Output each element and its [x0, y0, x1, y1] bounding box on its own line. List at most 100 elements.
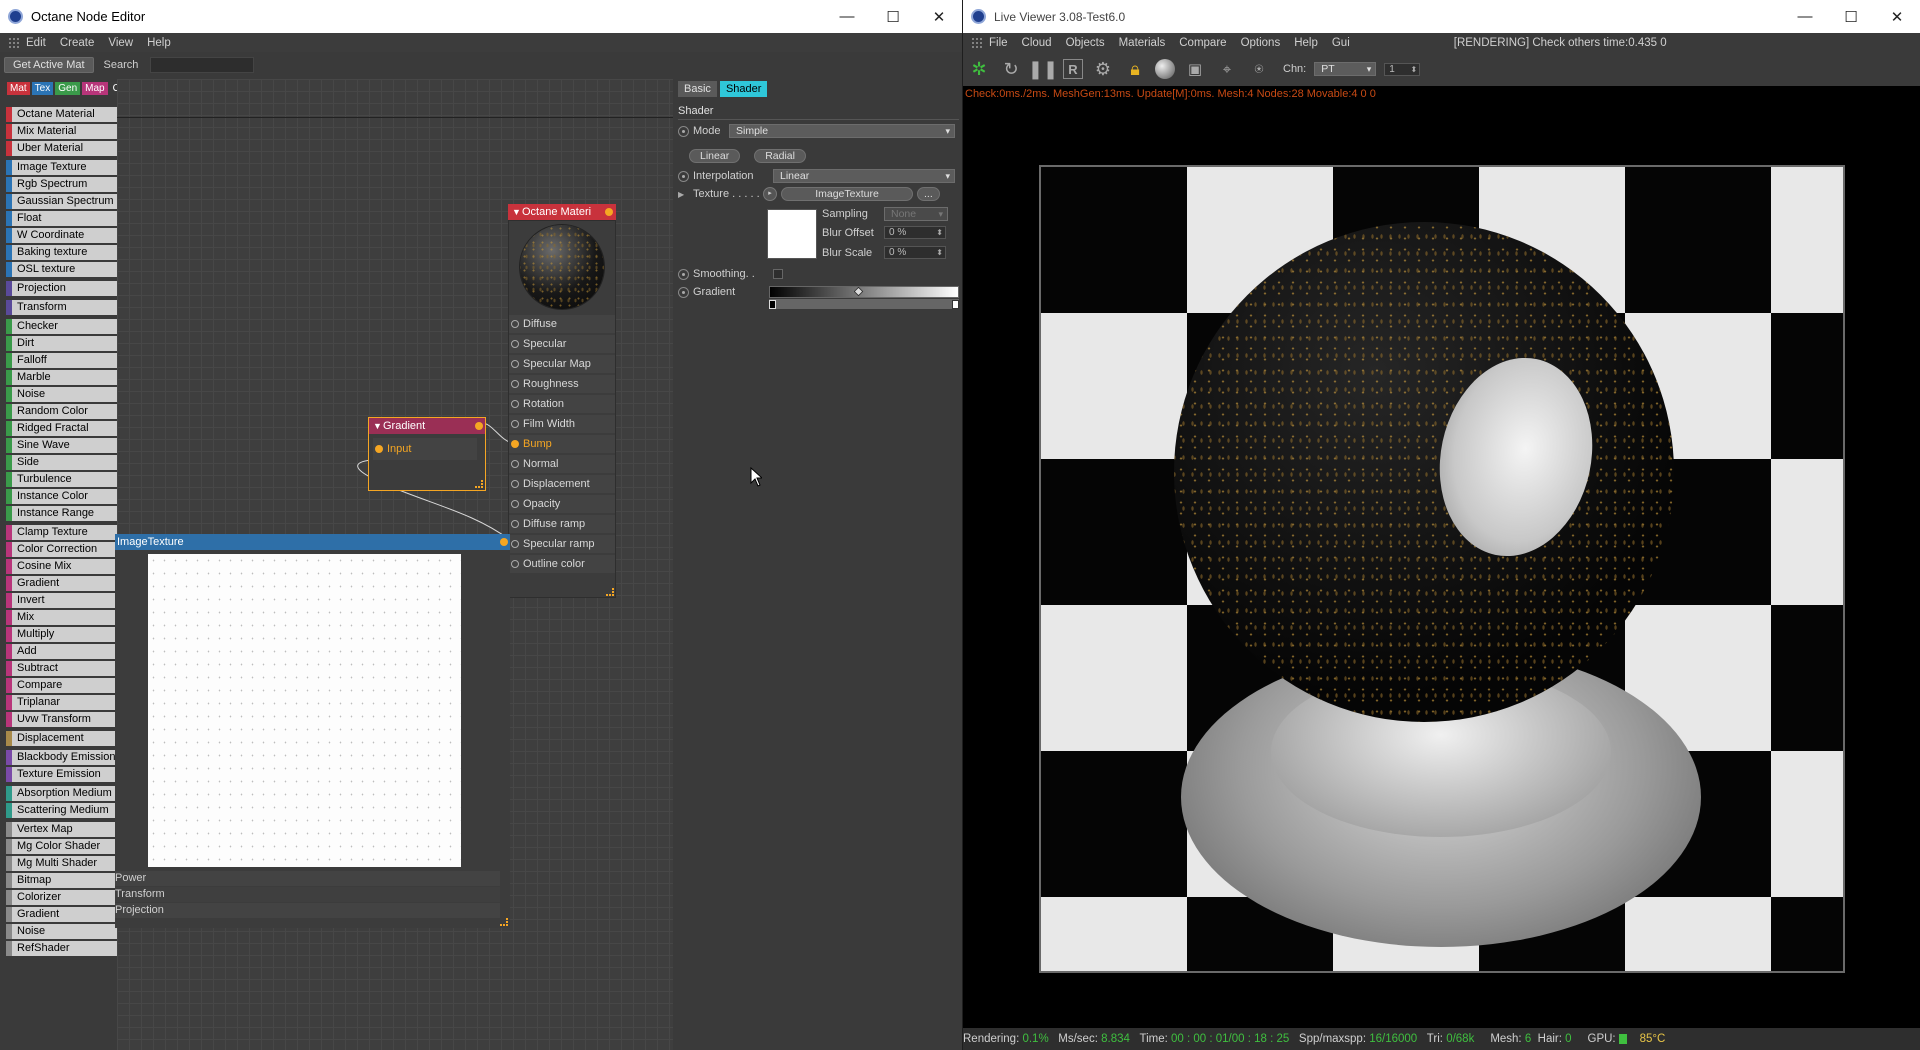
node-editor-window: Octane Node Editor — ☐ ✕ Edit Create Vie… — [0, 0, 962, 1050]
param-transform[interactable]: Transform — [115, 887, 500, 902]
slot-input-port[interactable] — [511, 500, 519, 508]
material-slot[interactable]: Specular Map — [509, 355, 615, 373]
tab-basic[interactable]: Basic — [678, 81, 717, 97]
resize-handle-icon[interactable] — [500, 918, 508, 926]
slot-input-port[interactable] — [511, 520, 519, 528]
close-icon[interactable]: ✕ — [916, 0, 962, 33]
gradient-knob-black[interactable] — [769, 300, 776, 309]
slot-input-port[interactable] — [511, 380, 519, 388]
slot-input-port[interactable] — [511, 400, 519, 408]
render-viewport[interactable] — [1039, 165, 1845, 973]
texture-arrow-icon[interactable]: ▸ — [763, 187, 777, 201]
smoothing-keyframe-icon[interactable] — [678, 268, 689, 280]
menu-file[interactable]: File — [989, 37, 1008, 49]
menu-help[interactable]: Help — [1294, 37, 1318, 49]
menu-options[interactable]: Options — [1241, 37, 1281, 49]
minimize-icon[interactable]: — — [824, 0, 870, 33]
blur-offset-input[interactable]: 0 % — [884, 226, 946, 239]
blur-scale-input[interactable]: 0 % — [884, 246, 946, 259]
octane-material-node[interactable]: ▼ Octane Materi Diffuse Specular Specular … — [508, 204, 616, 598]
sampling-select[interactable]: None — [884, 207, 948, 221]
menu-cloud[interactable]: Cloud — [1022, 37, 1052, 49]
interpolation-select[interactable]: Linear — [773, 169, 955, 183]
gradient-knob-white[interactable] — [952, 300, 959, 309]
mode-keyframe-icon[interactable] — [678, 125, 689, 137]
material-output-port[interactable] — [605, 208, 613, 216]
slot-input-port[interactable] — [511, 540, 519, 548]
image-texture-node-header[interactable]: ImageTexture — [115, 534, 510, 550]
gradient-input-port[interactable] — [375, 445, 383, 453]
material-slot[interactable]: Specular — [509, 335, 615, 353]
settings-gear-icon[interactable]: ⚙ — [1091, 57, 1115, 81]
slot-input-port[interactable] — [511, 480, 519, 488]
material-slot[interactable]: Diffuse ramp — [509, 515, 615, 533]
resize-handle-icon[interactable] — [475, 480, 483, 488]
image-texture-output-port[interactable] — [500, 538, 508, 546]
restart-render-icon[interactable]: ↻ — [999, 57, 1023, 81]
slot-input-port[interactable] — [511, 420, 519, 428]
slot-input-port[interactable] — [511, 340, 519, 348]
image-texture-params: Power Transform Projection — [115, 871, 500, 918]
menu-materials[interactable]: Materials — [1119, 37, 1166, 49]
close-icon[interactable]: ✕ — [1874, 0, 1920, 33]
slot-input-port[interactable] — [511, 560, 519, 568]
material-slot[interactable]: Normal — [509, 455, 615, 473]
minimize-icon[interactable]: — — [1782, 0, 1828, 33]
collapse-triangle-icon[interactable]: ▼ — [373, 418, 382, 434]
material-slot[interactable]: Roughness — [509, 375, 615, 393]
material-slot[interactable]: Diffuse — [509, 315, 615, 333]
radial-button[interactable]: Radial — [754, 149, 806, 163]
pause-icon[interactable]: ❚❚ — [1028, 57, 1058, 81]
smoothing-checkbox[interactable] — [773, 269, 783, 279]
slot-input-port[interactable] — [511, 440, 519, 448]
gradient-node[interactable]: ▼ Gradient Input — [368, 417, 486, 491]
collapse-triangle-icon[interactable]: ▼ — [512, 204, 521, 220]
menu-compare[interactable]: Compare — [1179, 37, 1226, 49]
material-slot[interactable]: Bump — [509, 435, 615, 453]
material-ball-icon[interactable] — [1155, 59, 1175, 79]
resize-handle-icon[interactable] — [606, 588, 614, 596]
material-slot[interactable]: Displacement — [509, 475, 615, 493]
linear-button[interactable]: Linear — [689, 149, 741, 163]
grip-icon[interactable] — [971, 37, 983, 48]
tab-shader[interactable]: Shader — [719, 81, 768, 97]
param-power[interactable]: Power — [115, 871, 500, 886]
channel-select[interactable]: PT — [1314, 62, 1377, 76]
interpolation-keyframe-icon[interactable] — [678, 170, 689, 182]
lock-icon[interactable]: 🔒︎ — [1123, 57, 1147, 81]
pick-material-icon[interactable]: ⍟ — [1247, 57, 1271, 81]
material-slot[interactable]: Rotation — [509, 395, 615, 413]
pick-focus-icon[interactable]: ⌖ — [1215, 57, 1239, 81]
slot-input-port[interactable] — [511, 320, 519, 328]
material-slot[interactable]: Film Width — [509, 415, 615, 433]
material-slot[interactable]: Outline color — [509, 555, 615, 573]
mode-select[interactable]: Simple — [729, 124, 955, 138]
expand-triangle-icon[interactable]: ▶ — [678, 190, 693, 199]
texture-link-button[interactable]: ImageTexture — [781, 187, 913, 201]
image-texture-node[interactable]: ImageTexture Power Transform Projection — [115, 534, 510, 928]
live-viewer-toolbar: ✲ ↻ ❚❚ R ⚙ 🔒︎ ▣ ⌖ ⍟ Chn: PT 1 — [963, 52, 1920, 86]
live-viewer-titlebar[interactable]: Live Viewer 3.08-Test6.0 — ☐ ✕ — [963, 0, 1920, 33]
texture-more-button[interactable]: ... — [917, 187, 940, 201]
gradient-output-port[interactable] — [475, 422, 483, 430]
gradient-keyframe-icon[interactable] — [678, 286, 689, 298]
material-slot[interactable]: Specular ramp — [509, 535, 615, 553]
menu-objects[interactable]: Objects — [1066, 37, 1105, 49]
maximize-icon[interactable]: ☐ — [1828, 0, 1874, 33]
material-slot[interactable]: Opacity — [509, 495, 615, 513]
octane-material-node-header[interactable]: ▼ Octane Materi — [508, 204, 616, 220]
maximize-icon[interactable]: ☐ — [870, 0, 916, 33]
slot-input-port[interactable] — [511, 360, 519, 368]
gradient-node-header[interactable]: ▼ Gradient — [369, 418, 485, 434]
gradient-ramp[interactable] — [769, 286, 959, 298]
channel-number-input[interactable]: 1 — [1384, 62, 1421, 76]
slot-input-port[interactable] — [511, 460, 519, 468]
gradient-input-slot[interactable]: Input — [373, 438, 477, 460]
menu-gui[interactable]: Gui — [1332, 37, 1350, 49]
texture-thumbnail — [767, 209, 817, 259]
send-scene-icon[interactable]: ✲ — [967, 57, 991, 81]
clay-mode-icon[interactable]: ▣ — [1183, 57, 1207, 81]
param-projection[interactable]: Projection — [115, 903, 500, 918]
material-slot-label: Diffuse — [523, 318, 558, 330]
render-region-icon[interactable]: R — [1063, 59, 1083, 79]
